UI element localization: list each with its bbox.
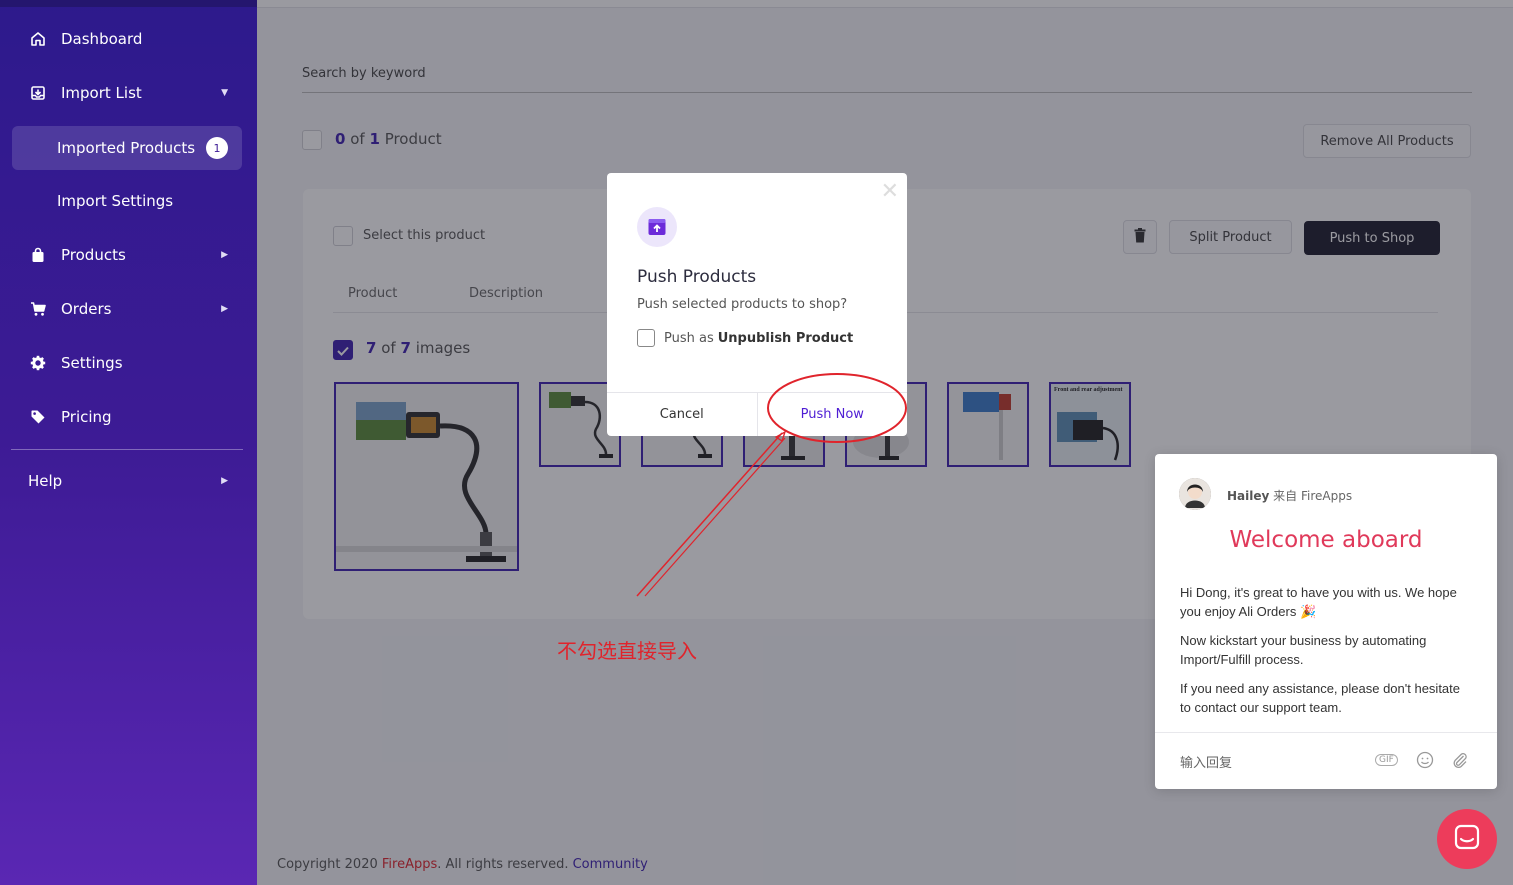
close-icon[interactable]: ✕	[881, 179, 899, 204]
sidebar-top-bar	[0, 0, 257, 7]
attachment-icon[interactable]	[1451, 751, 1469, 772]
chat-reply-input[interactable]: 输入回复	[1180, 752, 1232, 771]
annotation-text: 不勾选直接导入	[557, 639, 697, 663]
avatar	[1179, 478, 1211, 510]
sidebar: Dashboard Import List ▼ Imported Product…	[0, 0, 257, 885]
chat-message: If you need any assistance, please don't…	[1180, 681, 1461, 715]
caret-right-icon: ▶	[221, 304, 228, 314]
sidebar-item-label: Orders	[61, 300, 112, 318]
sidebar-item-settings[interactable]: Settings	[12, 341, 242, 385]
chat-message: Hi Dong, it's great to have you with us.…	[1180, 585, 1457, 619]
tag-icon	[28, 409, 48, 425]
modal-footer: Cancel Push Now	[607, 392, 907, 436]
chat-message: Now kickstart your business by automatin…	[1180, 633, 1427, 667]
home-icon	[28, 31, 48, 47]
sidebar-item-label: Settings	[61, 354, 123, 372]
sidebar-item-import-settings[interactable]: Import Settings	[12, 179, 242, 223]
sidebar-item-label: Imported Products	[57, 139, 196, 157]
chat-icon	[1453, 823, 1481, 855]
unpublish-option-prefix: Push as	[664, 330, 714, 346]
sidebar-item-label: Products	[61, 246, 126, 264]
gif-label: GIF	[1375, 754, 1398, 766]
emoji-icon[interactable]	[1416, 751, 1434, 772]
sidebar-item-label: Import List	[61, 84, 142, 102]
unpublish-checkbox[interactable]	[637, 329, 655, 347]
sidebar-item-dashboard[interactable]: Dashboard	[12, 17, 242, 61]
caret-right-icon: ▶	[221, 250, 228, 260]
chat-title: Welcome aboard	[1229, 527, 1423, 553]
caret-down-icon: ▼	[221, 88, 228, 98]
agent-company: 来自 FireApps	[1269, 489, 1353, 503]
sidebar-item-orders[interactable]: Orders ▶	[12, 287, 242, 331]
cancel-button[interactable]: Cancel	[607, 393, 758, 436]
count-badge: 1	[206, 137, 228, 159]
unpublish-option[interactable]: Push as Unpublish Product	[637, 329, 853, 347]
bag-icon	[28, 247, 48, 263]
chat-widget: Hailey 来自 FireApps Welcome aboard Hi Don…	[1155, 454, 1497, 789]
caret-right-icon: ▶	[221, 476, 228, 486]
push-products-modal: ✕ Push Products Push selected products t…	[607, 173, 907, 436]
sidebar-item-label: Help	[28, 472, 63, 490]
push-now-button[interactable]: Push Now	[758, 393, 908, 436]
sidebar-item-label: Import Settings	[57, 192, 174, 210]
sidebar-item-pricing[interactable]: Pricing	[12, 395, 242, 439]
sidebar-item-label: Pricing	[61, 408, 112, 426]
push-products-icon	[637, 207, 677, 247]
gif-icon[interactable]: GIF	[1375, 751, 1398, 766]
unpublish-option-bold: Unpublish Product	[717, 330, 854, 346]
sidebar-item-products[interactable]: Products ▶	[12, 233, 242, 277]
gear-icon	[28, 355, 48, 371]
sidebar-divider	[11, 449, 243, 450]
chat-launcher-button[interactable]	[1437, 809, 1497, 869]
agent-name: Hailey	[1227, 489, 1270, 503]
sidebar-item-import-list[interactable]: Import List ▼	[12, 71, 242, 115]
sidebar-item-label: Dashboard	[61, 30, 143, 48]
modal-description: Push selected products to shop?	[637, 297, 848, 312]
sidebar-item-imported-products[interactable]: Imported Products 1	[12, 126, 242, 170]
import-list-icon	[28, 85, 48, 101]
chat-sender: Hailey 来自 FireApps	[1227, 487, 1352, 504]
chat-divider	[1155, 732, 1497, 733]
modal-title: Push Products	[637, 267, 757, 287]
sidebar-item-help[interactable]: Help ▶	[12, 459, 242, 503]
cart-icon	[28, 301, 48, 317]
